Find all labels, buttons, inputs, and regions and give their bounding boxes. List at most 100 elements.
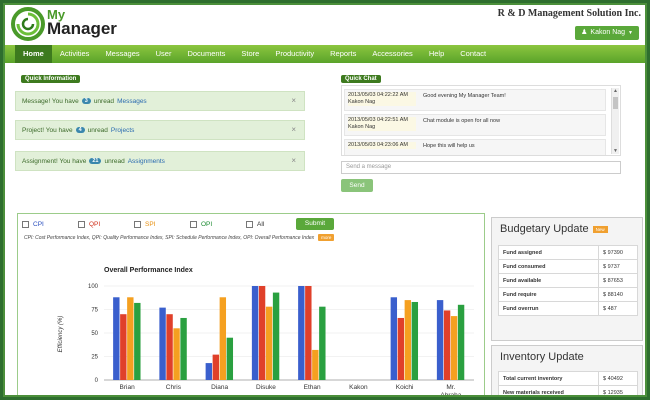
bar xyxy=(258,286,266,380)
user-menu-button[interactable]: ♟ Kakon Nag ▼ xyxy=(575,26,639,40)
messages-link[interactable]: Messages xyxy=(117,98,147,105)
checkbox[interactable] xyxy=(22,220,29,228)
nav-item-accessories[interactable]: Accessories xyxy=(364,45,420,63)
alert-count-badge: 4 xyxy=(75,127,85,133)
company-name: R & D Management Solution Inc. xyxy=(497,8,641,19)
filter-all[interactable]: All xyxy=(246,220,292,228)
table-row: Fund overrun $ 487 xyxy=(498,301,638,316)
budget-title: Budgetary Update New xyxy=(500,223,608,235)
row-value: $ 97390 xyxy=(598,245,638,260)
row-value: $ 9737 xyxy=(598,259,638,274)
chat-meta: 2013/05/03 04:22:22 AM Kakon Nag xyxy=(348,92,416,106)
quick-chat-section: Quick Chat xyxy=(341,75,381,83)
bar xyxy=(404,300,412,380)
assignments-link[interactable]: Assignments xyxy=(128,158,165,165)
row-value: $ 487 xyxy=(598,301,638,316)
alert-mid: unread xyxy=(93,97,115,105)
bar xyxy=(134,302,141,380)
checkbox[interactable] xyxy=(190,220,197,228)
chat-time: 2013/05/03 04:22:51 AM xyxy=(348,117,408,123)
chart-area: Overall Performance Index Efficiency (%) 0… xyxy=(42,250,478,395)
scroll-up-icon[interactable]: ▲ xyxy=(613,88,618,94)
y-tick-label: 50 xyxy=(91,331,98,337)
nav-item-activities[interactable]: Activities xyxy=(52,45,98,63)
chart-title: Overall Performance Index xyxy=(104,267,193,274)
x-tick-label: Brian xyxy=(120,384,136,391)
bar xyxy=(166,314,173,380)
bar xyxy=(173,328,180,380)
bar xyxy=(265,306,273,380)
table-row: Total current inventory $ 40492 xyxy=(498,371,638,386)
chat-user: Kakon Nag xyxy=(348,124,376,130)
scroll-down-icon[interactable]: ▼ xyxy=(613,148,618,154)
x-tick-label: Chris xyxy=(166,384,182,391)
budget-title-text: Budgetary Update xyxy=(500,223,589,235)
filter-label: CPI xyxy=(33,220,44,228)
filter-qpi[interactable]: QPI xyxy=(78,220,134,228)
projects-link[interactable]: Projects xyxy=(111,127,134,134)
checkbox[interactable] xyxy=(134,220,141,228)
bar xyxy=(205,363,213,380)
inventory-panel: Inventory Update Total current inventory… xyxy=(491,345,643,395)
nav-item-documents[interactable]: Documents xyxy=(179,45,233,63)
x-tick-label: Ethan xyxy=(304,384,321,391)
budget-panel: Budgetary Update New Fund assigned $ 97390… xyxy=(491,217,643,341)
nav-item-home[interactable]: Home xyxy=(15,45,52,63)
x-tick-label: Mr. xyxy=(446,384,455,391)
chat-history[interactable]: 2013/05/03 04:22:22 AM Kakon Nag Good ev… xyxy=(341,85,621,156)
nav-item-contact[interactable]: Contact xyxy=(452,45,494,63)
legend-text: CPI: Cost Performance Index, QPI: Qualit… xyxy=(24,234,315,241)
nav-item-store[interactable]: Store xyxy=(233,45,267,63)
close-icon[interactable]: × xyxy=(291,125,296,134)
nav-item-help[interactable]: Help xyxy=(421,45,452,63)
submit-button[interactable]: Submit xyxy=(296,218,334,230)
table-row: Fund assigned $ 97390 xyxy=(498,245,638,260)
app-frame: My Manager R & D Management Solution Inc… xyxy=(3,3,647,397)
filter-opi[interactable]: OPI xyxy=(190,220,246,228)
filter-label: OPI xyxy=(201,220,213,228)
performance-panel: CPI QPI SPI OPI All Submit CPI: Cost Per… xyxy=(17,213,485,395)
spiral-logo-icon xyxy=(11,7,45,41)
user-icon: ♟ xyxy=(581,29,588,36)
bar xyxy=(457,304,465,380)
y-axis-label: Efficiency (%) xyxy=(58,316,64,353)
row-label: Fund available xyxy=(498,273,599,288)
inventory-table: Total current inventory $ 40492 New mater… xyxy=(498,371,638,395)
chat-scrollbar[interactable]: ▲ ▼ xyxy=(611,88,619,154)
nav-item-productivity[interactable]: Productivity xyxy=(267,45,322,63)
table-row: Fund require $ 88140 xyxy=(498,287,638,302)
row-label: Fund assigned xyxy=(498,245,599,260)
row-label: Fund require xyxy=(498,287,599,302)
filter-cpi[interactable]: CPI xyxy=(22,220,78,228)
alert-count-badge: 3 xyxy=(81,98,91,104)
filter-label: SPI xyxy=(145,220,156,228)
more-button[interactable]: more xyxy=(318,234,335,241)
nav-item-reports[interactable]: Reports xyxy=(322,45,364,63)
bar xyxy=(120,314,127,380)
bar xyxy=(305,286,312,380)
close-icon[interactable]: × xyxy=(291,156,296,165)
chat-message: 2013/05/03 04:23:06 AM Hope this will he… xyxy=(344,139,606,155)
bar xyxy=(251,286,259,380)
alert-count-badge: 21 xyxy=(89,158,102,164)
bar xyxy=(219,297,227,380)
x-tick-label: Disuke xyxy=(256,384,276,391)
close-icon[interactable]: × xyxy=(291,96,296,105)
filter-label: All xyxy=(257,220,265,228)
chat-text: Hope this will help us xyxy=(423,143,475,149)
scroll-thumb[interactable] xyxy=(613,97,618,109)
nav-item-messages[interactable]: Messages xyxy=(97,45,147,63)
chat-message-input[interactable]: Send a message xyxy=(341,161,621,174)
checkbox[interactable] xyxy=(246,220,253,228)
checkbox[interactable] xyxy=(78,220,85,228)
chat-message: 2013/05/03 04:22:22 AM Kakon Nag Good ev… xyxy=(344,89,606,111)
main-nav: Home Activities Messages User Documents … xyxy=(5,45,645,63)
send-button[interactable]: Send xyxy=(341,179,373,192)
quick-info-section: Quick Information xyxy=(21,75,311,83)
bar xyxy=(319,306,326,380)
filter-spi[interactable]: SPI xyxy=(134,220,190,228)
alert-assignments: Assignment! You have 21 unread Assignmen… xyxy=(15,151,305,171)
y-tick-label: 0 xyxy=(95,378,99,384)
quick-info-title: Quick Information xyxy=(21,75,81,83)
nav-item-user[interactable]: User xyxy=(148,45,180,63)
